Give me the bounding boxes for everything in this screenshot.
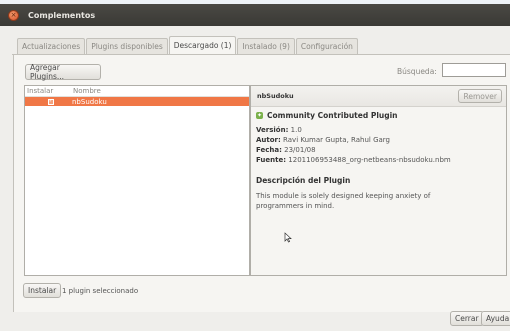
close-button[interactable]: Cerrar bbox=[450, 311, 484, 326]
puzzle-icon: ✦ bbox=[256, 112, 263, 119]
install-button[interactable]: Instalar bbox=[23, 283, 62, 298]
version-row: Versión: 1.0 bbox=[256, 126, 501, 134]
tab-updates[interactable]: Actualizaciones bbox=[17, 38, 86, 54]
plugin-name: nbSudoku bbox=[72, 97, 107, 106]
version-value: 1.0 bbox=[290, 126, 302, 134]
window-close-button[interactable]: × bbox=[8, 9, 19, 21]
downloaded-panel: Agregar Plugins... Búsqueda: Instalar No… bbox=[13, 55, 510, 312]
help-button[interactable]: Ayuda bbox=[481, 311, 510, 326]
plugin-detail-pane: nbSudoku Remover ✦ Community Contributed… bbox=[250, 85, 507, 276]
title-bar: × Complementos bbox=[0, 4, 510, 26]
search-label: Búsqueda: bbox=[397, 67, 437, 76]
search-input[interactable] bbox=[442, 63, 506, 77]
column-header-name[interactable]: Nombre bbox=[72, 87, 101, 95]
column-header-install[interactable]: Instalar bbox=[25, 87, 72, 95]
list-item[interactable]: ✓ nbSudoku bbox=[25, 97, 249, 106]
detail-plugin-name: nbSudoku bbox=[257, 92, 294, 100]
date-value: 23/01/08 bbox=[284, 146, 316, 154]
tab-settings[interactable]: Configuración bbox=[295, 38, 358, 54]
detail-body: ✦ Community Contributed Plugin Versión: … bbox=[251, 107, 506, 215]
source-label: Fuente: bbox=[256, 156, 287, 164]
badge-text: Community Contributed Plugin bbox=[267, 111, 398, 120]
description-text: This module is solely designed keeping a… bbox=[256, 192, 431, 210]
plugin-metadata: Versión: 1.0 Autor: Ravi Kumar Gupta, Ra… bbox=[256, 126, 501, 164]
author-value: Ravi Kumar Gupta, Rahul Garg bbox=[283, 136, 390, 144]
plugin-list[interactable]: Instalar Nombre ✓ nbSudoku bbox=[24, 85, 250, 276]
mouse-cursor-icon bbox=[284, 232, 292, 243]
tab-available-plugins[interactable]: Plugins disponibles bbox=[86, 38, 168, 54]
version-label: Versión: bbox=[256, 126, 289, 134]
date-row: Fecha: 23/01/08 bbox=[256, 146, 501, 154]
list-header: Instalar Nombre bbox=[25, 86, 249, 97]
source-row: Fuente: 1201106953488_org-netbeans-nbsud… bbox=[256, 156, 501, 164]
remove-button[interactable]: Remover bbox=[458, 89, 502, 103]
window-title: Complementos bbox=[28, 10, 96, 20]
plugins-dialog: × Complementos Actualizaciones Plugins d… bbox=[0, 4, 510, 331]
tab-installed[interactable]: Instalado (9) bbox=[237, 38, 295, 54]
install-checkbox[interactable]: ✓ bbox=[48, 98, 54, 105]
detail-header: nbSudoku Remover bbox=[251, 86, 506, 107]
add-plugins-button[interactable]: Agregar Plugins... bbox=[25, 63, 101, 81]
tab-downloaded[interactable]: Descargado (1) bbox=[168, 36, 237, 54]
date-label: Fecha: bbox=[256, 146, 282, 154]
tab-bar: Actualizaciones Plugins disponibles Desc… bbox=[17, 36, 359, 54]
description-title: Descripción del Plugin bbox=[256, 176, 351, 185]
author-label: Autor: bbox=[256, 136, 281, 144]
author-row: Autor: Ravi Kumar Gupta, Rahul Garg bbox=[256, 136, 501, 144]
source-value: 1201106953488_org-netbeans-nbsudoku.nbm bbox=[288, 156, 451, 164]
close-icon: × bbox=[10, 10, 17, 19]
selection-status: 1 plugin seleccionado bbox=[62, 287, 139, 295]
community-badge: ✦ Community Contributed Plugin bbox=[256, 111, 501, 120]
